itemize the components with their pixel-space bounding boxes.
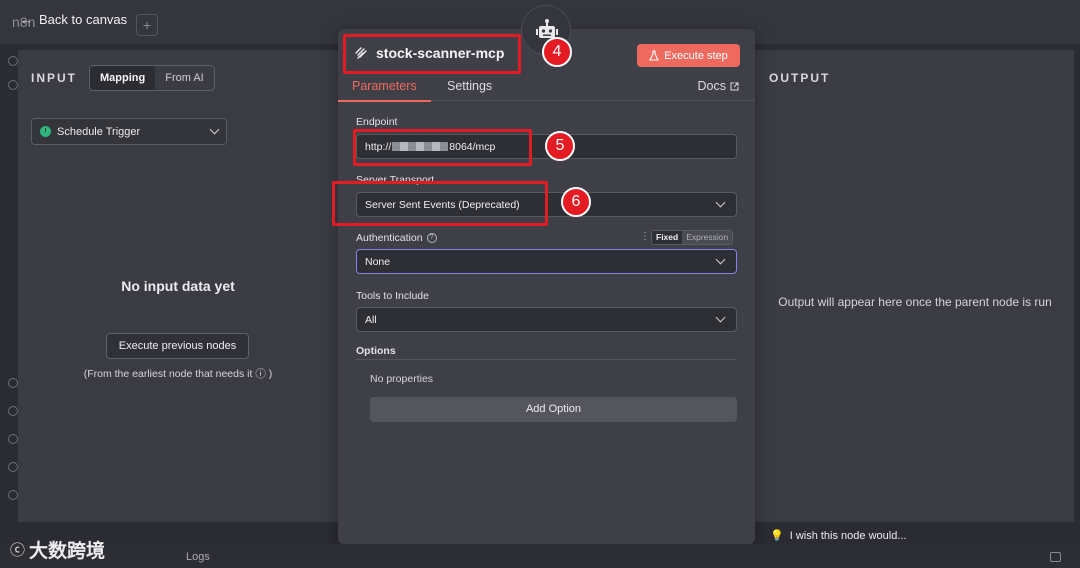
add-option-button[interactable]: Add Option xyxy=(370,397,737,422)
home-icon[interactable] xyxy=(8,56,18,66)
mode-expression[interactable]: Expression xyxy=(682,231,733,244)
external-link-icon xyxy=(730,82,739,90)
annotation-box-5 xyxy=(353,129,532,166)
tab-parameters[interactable]: Parameters xyxy=(338,79,431,102)
docs-label: Docs xyxy=(697,79,726,93)
more-options-icon[interactable]: ⋮ xyxy=(640,231,650,242)
back-to-canvas-button[interactable]: ← Back to canvas xyxy=(20,12,127,27)
chevron-down-icon xyxy=(209,124,220,135)
output-empty-message: Output will appear here once the parent … xyxy=(778,295,1052,309)
add-tab-button[interactable]: + xyxy=(136,14,158,36)
execute-step-label: Execute step xyxy=(664,49,728,62)
workflow-icon[interactable] xyxy=(8,80,18,90)
authentication-value: None xyxy=(365,255,391,268)
tab-mapping[interactable]: Mapping xyxy=(90,66,156,90)
back-to-canvas-label: Back to canvas xyxy=(39,12,128,27)
panel-toggle-icon[interactable] xyxy=(1050,552,1061,562)
execute-previous-hint: (From the earliest node that needs it ⓘ … xyxy=(83,368,273,380)
help-icon[interactable] xyxy=(8,462,18,472)
no-properties-text: No properties xyxy=(370,373,434,385)
mode-fixed[interactable]: Fixed xyxy=(652,231,683,244)
chevron-down-icon xyxy=(715,254,726,265)
annotation-badge-4: 4 xyxy=(542,37,572,67)
flask-icon xyxy=(649,50,660,61)
input-node-label: Schedule Trigger xyxy=(57,125,141,138)
watermark-text: 大数跨境 xyxy=(29,541,106,562)
options-divider xyxy=(356,359,737,360)
variables-icon[interactable] xyxy=(8,406,18,416)
output-panel xyxy=(754,50,1074,522)
lightbulb-icon: 💡 xyxy=(770,530,784,542)
annotation-badge-6: 6 xyxy=(561,187,591,217)
chevron-down-icon xyxy=(715,312,726,323)
tools-select[interactable]: All xyxy=(356,307,737,332)
feedback-link[interactable]: 💡 I wish this node would... xyxy=(770,529,907,543)
node-tabs: Parameters Settings Docs xyxy=(338,73,755,102)
node-parameters-panel xyxy=(338,29,755,544)
annotation-box-6 xyxy=(332,181,548,226)
tab-settings[interactable]: Settings xyxy=(447,79,492,93)
notifications-icon[interactable] xyxy=(8,490,18,500)
authentication-select[interactable]: None xyxy=(356,249,737,274)
output-title: OUTPUT xyxy=(769,71,831,85)
tab-from-ai[interactable]: From AI xyxy=(155,66,214,90)
logs-toggle[interactable]: Logs xyxy=(186,551,210,563)
logs-bar xyxy=(0,544,1080,568)
templates-icon[interactable] xyxy=(8,378,18,388)
authentication-label-row: Authentication ? xyxy=(356,232,437,244)
no-input-title: No input data yet xyxy=(121,278,235,294)
chevron-down-icon xyxy=(715,197,726,208)
help-icon[interactable]: ? xyxy=(426,233,437,243)
annotation-badge-5: 5 xyxy=(545,131,575,161)
options-label: Options xyxy=(356,345,396,357)
annotation-box-4 xyxy=(343,34,521,74)
docs-link[interactable]: Docs xyxy=(698,79,739,93)
input-mode-toggle: Mapping From AI xyxy=(89,65,215,91)
endpoint-label: Endpoint xyxy=(356,116,398,128)
insights-icon[interactable] xyxy=(8,434,18,444)
feedback-label: I wish this node would... xyxy=(789,529,907,542)
input-node-select[interactable]: Schedule Trigger xyxy=(31,118,227,145)
watermark-logo-icon: ⓒ xyxy=(10,542,26,559)
arrow-left-icon: ← xyxy=(20,12,33,27)
input-title: INPUT xyxy=(31,71,77,85)
tools-label: Tools to Include xyxy=(356,290,429,302)
clock-icon xyxy=(40,126,51,137)
tools-value: All xyxy=(365,313,377,326)
execute-step-button[interactable]: Execute step xyxy=(637,44,740,67)
parameter-mode-toggle: Fixed Expression xyxy=(651,230,734,245)
authentication-label: Authentication xyxy=(356,232,423,244)
watermark: ⓒ 大数跨境 xyxy=(10,536,105,563)
execute-previous-nodes-button[interactable]: Execute previous nodes xyxy=(106,333,249,359)
